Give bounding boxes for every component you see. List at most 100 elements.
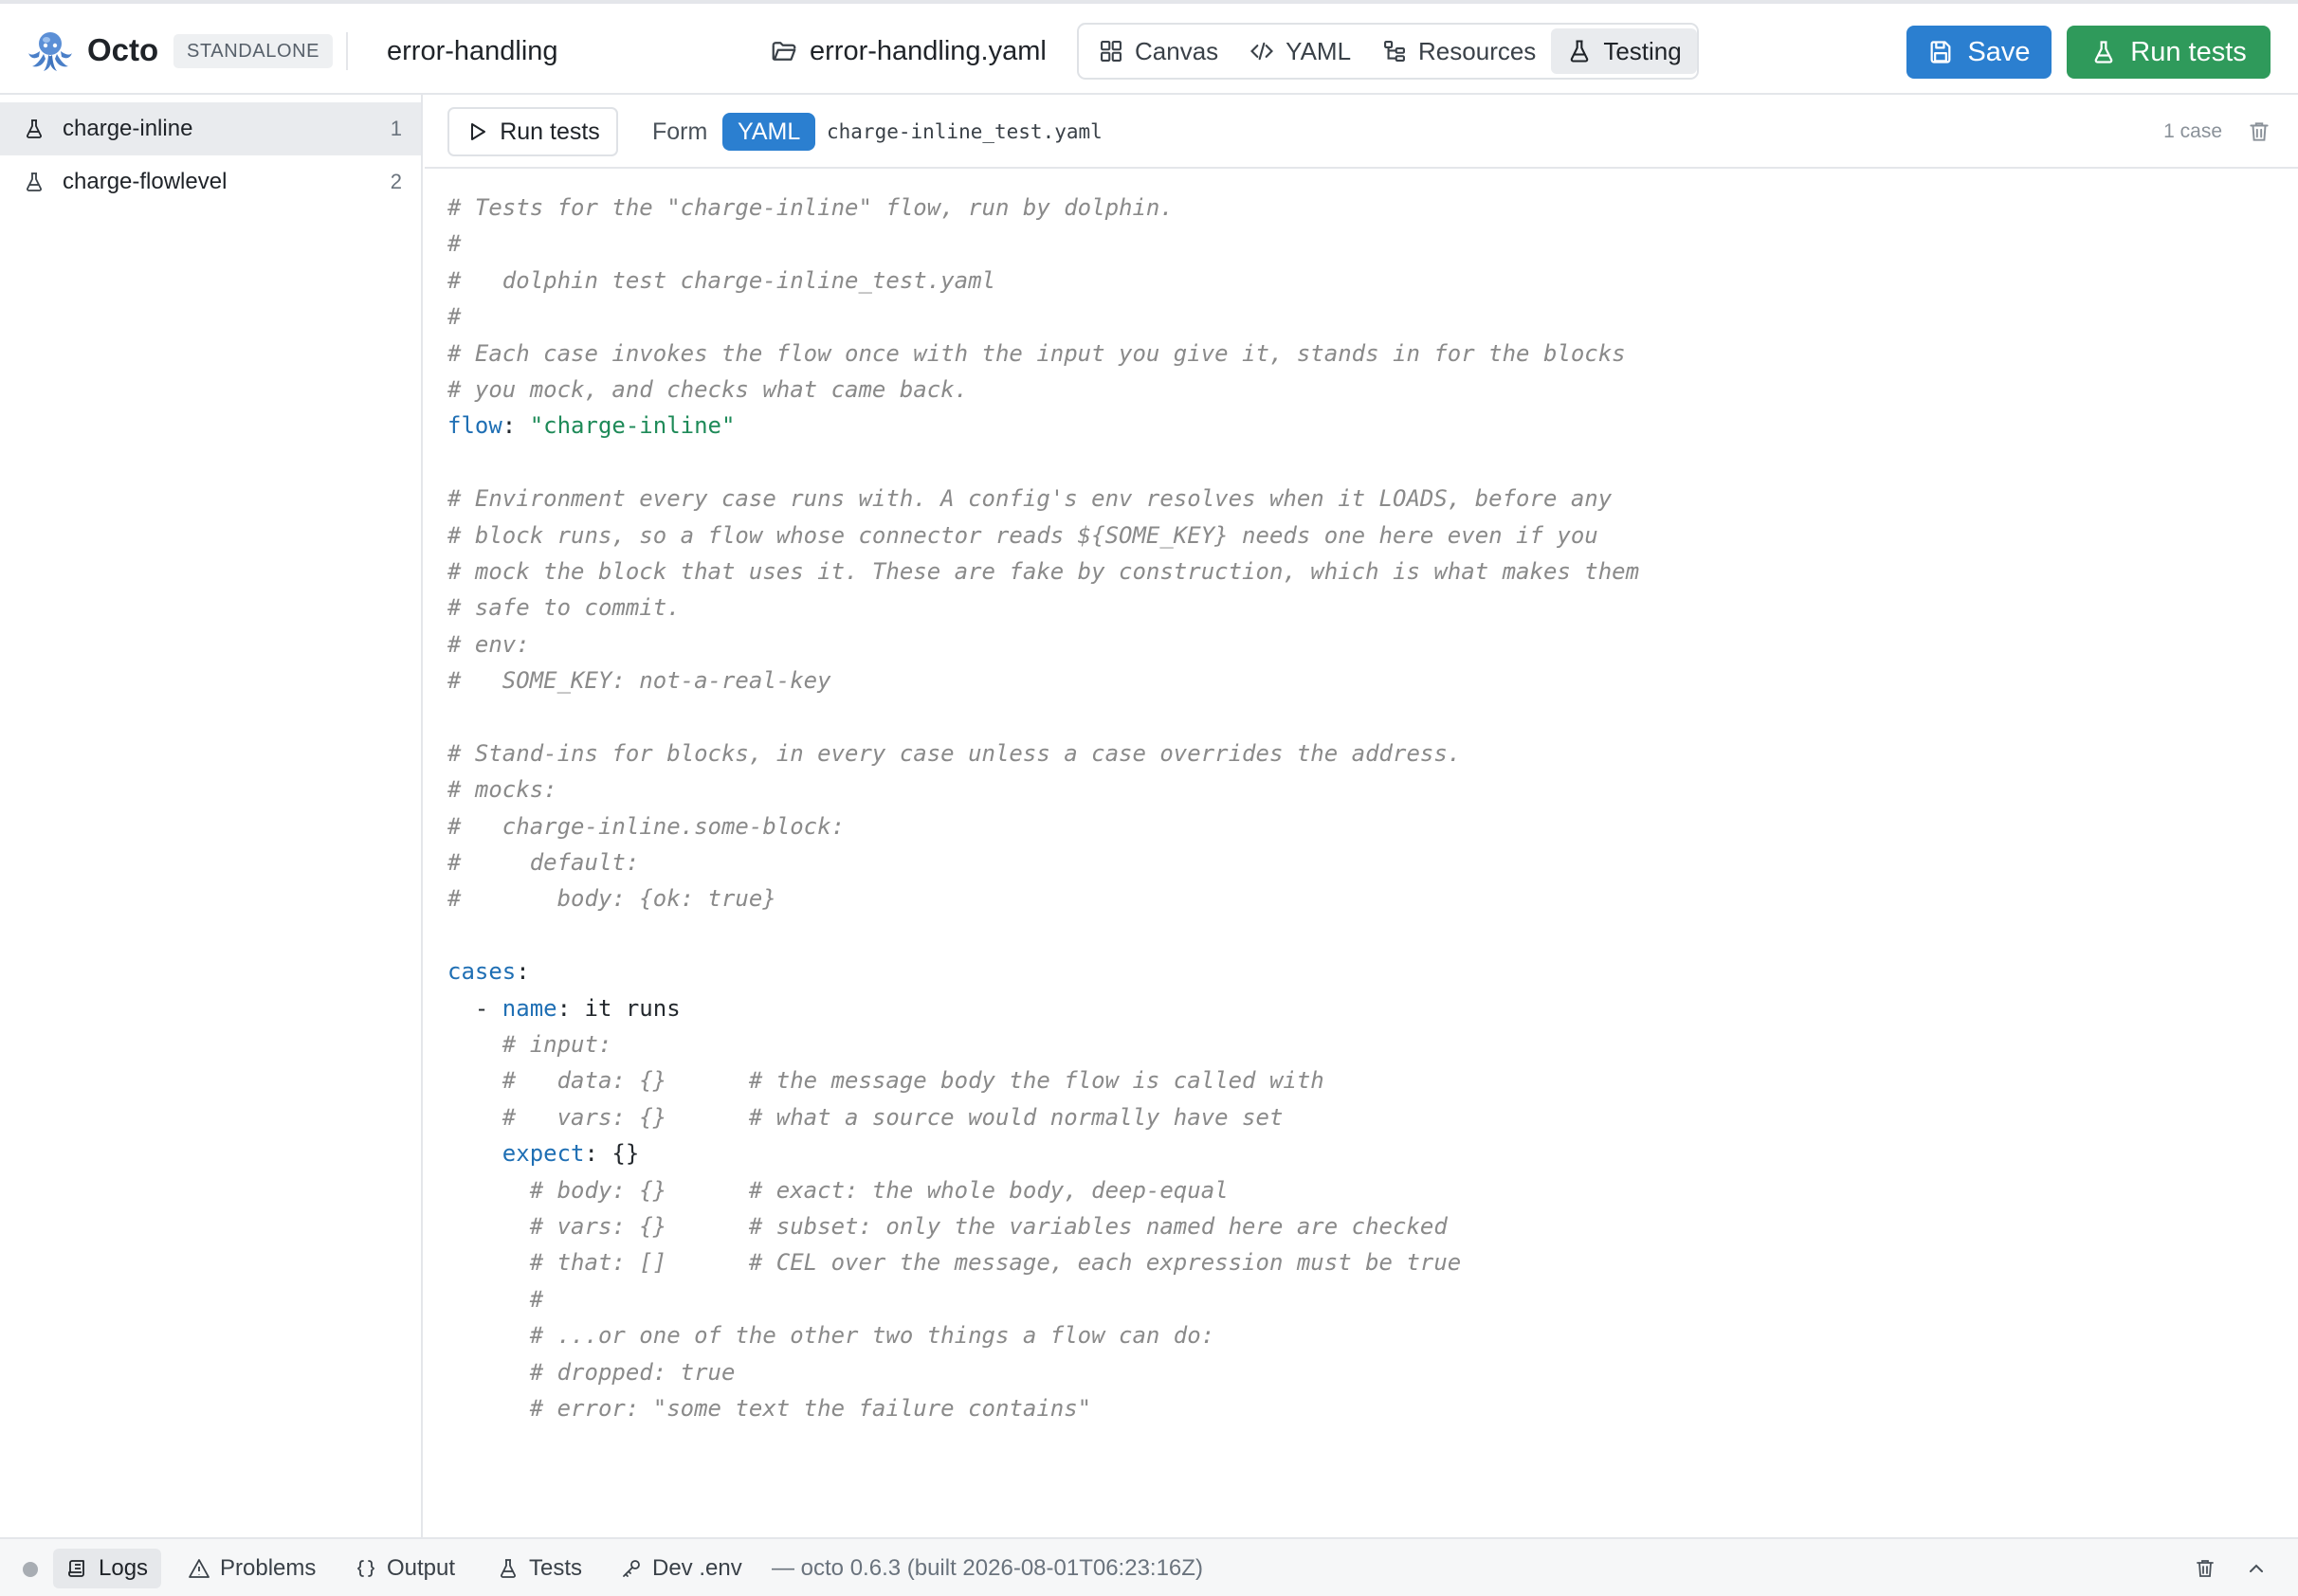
code-line[interactable]: # body: {ok: true}: [447, 880, 2249, 916]
sidebar-item-label: charge-inline: [63, 116, 193, 141]
code-line[interactable]: # ...or one of the other two things a fl…: [447, 1317, 2249, 1353]
form-view-toggle[interactable]: Form: [641, 112, 719, 152]
code-line[interactable]: [447, 698, 2249, 735]
code-line[interactable]: # you mock, and checks what came back.: [447, 372, 2249, 408]
code-line[interactable]: #: [447, 299, 2249, 335]
yaml-comment-token: #: [447, 1285, 544, 1313]
open-file[interactable]: error-handling.yaml: [770, 32, 1047, 70]
save-button[interactable]: Save: [1906, 26, 2052, 79]
tab-label: Testing: [1603, 36, 1682, 65]
code-line[interactable]: # block runs, so a flow whose connector …: [447, 517, 2249, 553]
code-line[interactable]: # error: "some text the failure contains…: [447, 1390, 2249, 1426]
yaml-comment-token: # SOME_KEY: not-a-real-key: [447, 667, 831, 695]
dev-env-panel-tab[interactable]: Dev .env: [607, 1549, 756, 1588]
logs-panel-tab[interactable]: Logs: [53, 1549, 162, 1588]
test-file-sidebar: charge-inline 1 charge-flowlevel 2: [0, 95, 423, 1537]
code-line[interactable]: # Environment every case runs with. A co…: [447, 481, 2249, 517]
yaml-comment-token: # you mock, and checks what came back.: [447, 375, 969, 403]
connection-status-dot: [23, 1562, 38, 1577]
clear-logs-button[interactable]: [2190, 1553, 2220, 1584]
save-label: Save: [1967, 36, 2031, 67]
output-label: Output: [387, 1555, 456, 1581]
case-count: 1 case: [2163, 120, 2222, 142]
run-tests-small-button[interactable]: Run tests: [447, 107, 618, 156]
yaml-comment-token: # default:: [447, 849, 640, 877]
code-line[interactable]: # default:: [447, 844, 2249, 880]
octopus-logo-icon: [28, 32, 72, 71]
yaml-code-editor[interactable]: # Tests for the "charge-inline" flow, ru…: [447, 190, 2249, 1516]
run-tests-label: Run tests: [2130, 36, 2247, 67]
mode-badge: STANDALONE: [173, 34, 334, 68]
yaml-text-token: : it runs: [556, 994, 681, 1022]
code-line[interactable]: # safe to commit.: [447, 589, 2249, 626]
yaml-comment-token: # mocks:: [447, 776, 557, 804]
tab-label: YAML: [1286, 36, 1352, 65]
tab-testing[interactable]: Testing: [1551, 28, 1697, 74]
code-line[interactable]: # that: [] # CEL over the message, each …: [447, 1244, 2249, 1280]
sidebar-item-charge-inline[interactable]: charge-inline 1: [0, 102, 421, 155]
code-line[interactable]: # body: {} # exact: the whole body, deep…: [447, 1172, 2249, 1208]
flask-icon: [2094, 41, 2113, 63]
problems-panel-tab[interactable]: Problems: [174, 1549, 329, 1588]
code-line[interactable]: flow: "charge-inline": [447, 408, 2249, 444]
yaml-key-token: flow: [447, 412, 502, 440]
code-line[interactable]: # SOME_KEY: not-a-real-key: [447, 662, 2249, 698]
code-line[interactable]: # Stand-ins for blocks, in every case un…: [447, 735, 2249, 771]
yaml-comment-token: # vars: {} # what a source would normall…: [447, 1103, 1284, 1131]
code-line[interactable]: # Each case invokes the flow once with t…: [447, 336, 2249, 372]
view-tabs: Canvas YAML Resources Testing: [1077, 23, 1699, 80]
code-line[interactable]: #: [447, 226, 2249, 262]
yaml-key-token: expect: [502, 1140, 585, 1168]
tab-label: Resources: [1418, 36, 1537, 65]
yaml-text-token: : {}: [584, 1140, 640, 1168]
code-line[interactable]: # vars: {} # what a source would normall…: [447, 1099, 2249, 1135]
flask-icon: [27, 119, 42, 138]
code-line[interactable]: expect: {}: [447, 1135, 2249, 1171]
code-line[interactable]: # env:: [447, 626, 2249, 662]
code-line[interactable]: - name: it runs: [447, 990, 2249, 1026]
flask-icon: [1571, 40, 1589, 63]
brand[interactable]: Octo: [27, 28, 158, 72]
sidebar-item-charge-flowlevel[interactable]: charge-flowlevel 2: [0, 155, 421, 209]
yaml-comment-token: # data: {} # the message body the flow i…: [447, 1067, 1324, 1095]
yaml-text-token: :: [516, 958, 530, 986]
yaml-view-toggle[interactable]: YAML: [722, 113, 816, 151]
code-line[interactable]: # data: {} # the message body the flow i…: [447, 1062, 2249, 1098]
sidebar-item-count: 1: [390, 117, 402, 140]
project-name: error-handling: [387, 35, 558, 66]
divider: [346, 32, 348, 70]
tab-label: Canvas: [1135, 36, 1219, 65]
yaml-comment-token: # error: "some text the failure contains…: [447, 1394, 1092, 1422]
code-line[interactable]: # vars: {} # subset: only the variables …: [447, 1208, 2249, 1244]
tree-icon: [1384, 41, 1405, 62]
code-line[interactable]: # mocks:: [447, 771, 2249, 807]
yaml-comment-token: # Environment every case runs with. A co…: [447, 485, 1613, 513]
app-name: Octo: [87, 32, 159, 67]
tab-resources[interactable]: Resources: [1366, 28, 1551, 74]
tests-panel-tab[interactable]: Tests: [483, 1549, 595, 1588]
top-bar: Octo STANDALONE error-handling error-han…: [0, 0, 2298, 95]
run-tests-button[interactable]: Run tests: [2067, 26, 2271, 79]
code-line[interactable]: #: [447, 1281, 2249, 1317]
code-line[interactable]: [447, 917, 2249, 953]
code-line[interactable]: # mock the block that uses it. These are…: [447, 553, 2249, 589]
tab-yaml[interactable]: YAML: [1233, 28, 1366, 74]
output-panel-tab[interactable]: Output: [341, 1549, 468, 1588]
code-line[interactable]: # dolphin test charge-inline_test.yaml: [447, 263, 2249, 299]
open-file-name: error-handling.yaml: [810, 35, 1047, 66]
expand-panel-button[interactable]: [2241, 1553, 2271, 1584]
code-line[interactable]: # Tests for the "charge-inline" flow, ru…: [447, 190, 2249, 226]
code-line[interactable]: # input:: [447, 1026, 2249, 1062]
tests-label: Tests: [529, 1555, 583, 1581]
tab-canvas[interactable]: Canvas: [1083, 28, 1233, 74]
test-file-name: charge-inline_test.yaml: [827, 120, 1103, 143]
code-line[interactable]: # charge-inline.some-block:: [447, 808, 2249, 844]
dev-env-label: Dev .env: [652, 1555, 742, 1581]
delete-test-file-button[interactable]: [2243, 116, 2275, 148]
code-line[interactable]: [447, 444, 2249, 481]
flask-icon: [501, 1559, 516, 1578]
code-line[interactable]: cases:: [447, 953, 2249, 989]
yaml-text-token: :: [502, 412, 530, 440]
status-bar: Logs Problems Output Tests Dev .env — oc…: [0, 1537, 2298, 1596]
code-line[interactable]: # dropped: true: [447, 1354, 2249, 1390]
